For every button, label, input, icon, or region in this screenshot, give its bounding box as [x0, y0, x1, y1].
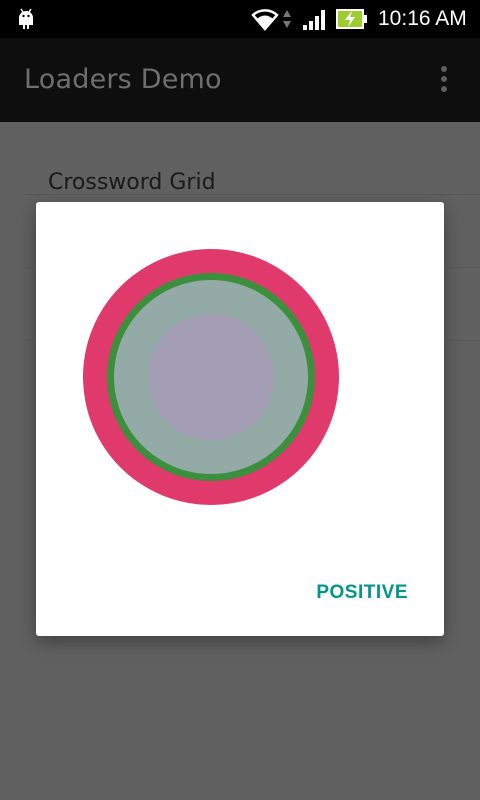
battery-charging-icon [336, 9, 367, 29]
list-item[interactable]: Crossword Grid [24, 122, 480, 195]
android-debug-icon [19, 8, 33, 29]
app-bar: Loaders Demo [0, 38, 480, 122]
cell-signal-icon [303, 10, 325, 30]
circle-loader-icon [83, 249, 339, 505]
wifi-icon [251, 9, 279, 31]
status-bar: 10:16 AM [0, 0, 480, 38]
status-clock: 10:16 AM [378, 7, 467, 30]
list-item-label: Crossword Grid [48, 170, 216, 195]
app-title: Loaders Demo [24, 64, 222, 95]
positive-button[interactable]: POSITIVE [316, 582, 408, 604]
loader-dialog: POSITIVE [36, 202, 444, 636]
data-arrows-icon [283, 10, 291, 28]
overflow-menu-icon[interactable] [436, 66, 452, 96]
